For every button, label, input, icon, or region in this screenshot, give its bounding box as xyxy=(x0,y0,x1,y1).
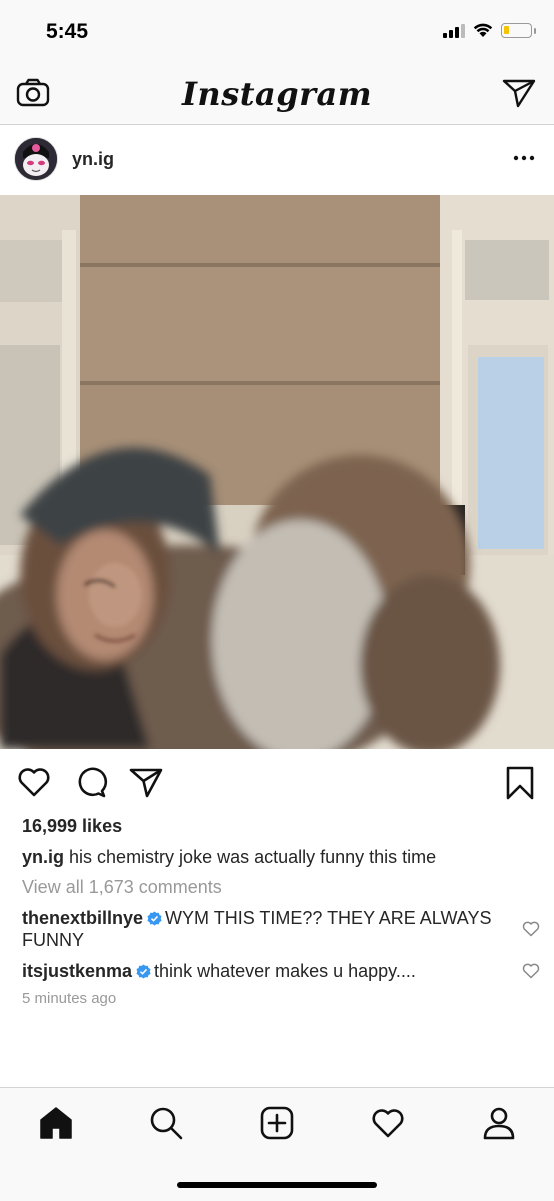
cellular-signal-icon xyxy=(443,22,465,38)
verified-badge-icon xyxy=(136,964,151,979)
comment-text: think whatever makes u happy.... xyxy=(154,961,416,981)
home-icon[interactable] xyxy=(38,1105,74,1141)
post-header: yn.ig xyxy=(0,125,554,195)
status-bar: 5:45 xyxy=(0,0,554,66)
direct-message-icon[interactable] xyxy=(502,78,536,108)
post-username[interactable]: yn.ig xyxy=(72,149,114,170)
comment-username[interactable]: thenextbillnye xyxy=(22,908,143,928)
home-indicator[interactable] xyxy=(177,1182,377,1188)
avatar[interactable] xyxy=(14,137,58,181)
comment-icon[interactable] xyxy=(72,764,108,800)
comment: itsjustkenma think whatever makes u happy… xyxy=(22,960,492,982)
comment-heart-icon[interactable] xyxy=(522,963,540,979)
post-timestamp: 5 minutes ago xyxy=(22,990,117,1007)
instagram-logo: Instagram xyxy=(181,75,373,113)
search-icon[interactable] xyxy=(148,1105,184,1141)
heart-icon[interactable] xyxy=(16,764,52,800)
more-options-icon[interactable] xyxy=(512,151,536,165)
caption-text: his chemistry joke was actually funny th… xyxy=(69,847,437,867)
post-actions xyxy=(0,760,554,804)
comment-username[interactable]: itsjustkenma xyxy=(22,961,132,981)
likes-count[interactable]: 16,999 likes xyxy=(22,816,122,837)
post-photo[interactable] xyxy=(0,195,554,749)
add-post-icon[interactable] xyxy=(259,1105,295,1141)
bookmark-icon[interactable] xyxy=(502,764,538,800)
caption: yn.ig his chemistry joke was actually fu… xyxy=(22,846,522,868)
status-icons xyxy=(443,22,536,38)
battery-icon xyxy=(501,22,536,38)
status-time: 5:45 xyxy=(46,20,89,43)
verified-badge-icon xyxy=(147,911,162,926)
share-icon[interactable] xyxy=(128,764,164,800)
wifi-icon xyxy=(473,23,493,37)
comment: thenextbillnye WYM THIS TIME?? THEY ARE A… xyxy=(22,907,492,951)
comment-heart-icon[interactable] xyxy=(522,921,540,937)
activity-heart-icon[interactable] xyxy=(370,1105,406,1141)
top-bar: Instagram xyxy=(0,66,554,125)
view-all-comments-link[interactable]: View all 1,673 comments xyxy=(22,877,222,898)
profile-icon[interactable] xyxy=(481,1105,517,1141)
caption-username[interactable]: yn.ig xyxy=(22,847,64,867)
